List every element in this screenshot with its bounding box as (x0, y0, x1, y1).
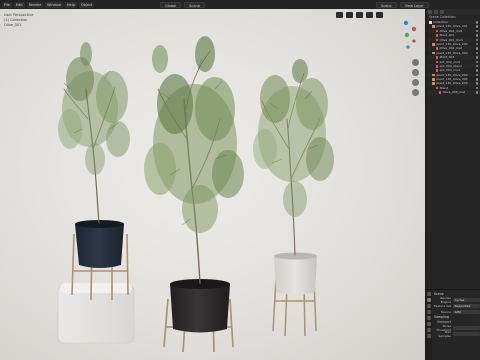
object-type-icon (435, 60, 439, 64)
xray-toggle-icon[interactable] (346, 12, 353, 18)
properties-tabs (426, 290, 432, 360)
object-type-icon (432, 73, 435, 77)
foliage-left (58, 42, 130, 175)
foliage-center (144, 36, 244, 233)
viewport-shading-toolbar (336, 12, 383, 18)
navigation-gizmo-icon[interactable] (400, 19, 420, 59)
object-tab-icon[interactable] (427, 328, 431, 332)
visibility-eye-icon[interactable] (475, 78, 478, 81)
scene-render (57, 36, 334, 353)
object-type-icon (435, 64, 439, 68)
object-type-icon (435, 86, 439, 90)
feature-set-label: Feature Set (433, 304, 451, 308)
material-shading-icon[interactable] (366, 12, 373, 18)
menu-file[interactable]: File (2, 1, 12, 8)
orientation-select[interactable]: Global (160, 1, 182, 8)
ortho-toggle-icon[interactable] (412, 89, 419, 96)
visibility-eye-icon[interactable] (475, 60, 478, 64)
outliner-row[interactable]: Olive_006_mat (426, 90, 480, 95)
zoom-icon[interactable] (412, 59, 419, 66)
visibility-eye-icon[interactable] (475, 29, 478, 33)
editor-type-icon[interactable] (428, 10, 432, 14)
feature-set-select[interactable]: Supported (453, 303, 480, 309)
properties-editor: Scene Render Engine Cycles Feature Set S… (426, 289, 480, 360)
pan-icon[interactable] (412, 69, 419, 76)
material-tab-icon[interactable] (427, 334, 431, 338)
object-type-icon (435, 69, 439, 72)
object-type-icon (432, 25, 435, 28)
tool-tab-icon[interactable] (427, 292, 431, 296)
viewport-info-overlay: User Perspective (1) Collection Olive_00… (4, 13, 33, 28)
visibility-eye-icon[interactable] (475, 21, 478, 24)
noise-threshold-field[interactable] (453, 325, 480, 331)
visibility-eye-icon[interactable] (475, 73, 478, 77)
device-select[interactable]: GPU (453, 309, 480, 315)
visibility-eye-icon[interactable] (475, 56, 478, 59)
object-type-icon (438, 91, 442, 94)
viewport-object-label: Olive_001 (4, 23, 22, 27)
visibility-eye-icon[interactable] (475, 47, 478, 50)
scene-select[interactable]: Scene (184, 1, 205, 8)
camera-view-icon[interactable] (412, 79, 419, 86)
scene-layer-controls: Scene View Layer (376, 1, 429, 8)
outliner-rows: Collection plant_130_Olive_001 Olive_001_m… (426, 20, 480, 95)
max-samples-label: Max Samples (438, 330, 451, 338)
solid-shading-icon[interactable] (356, 12, 363, 18)
visibility-eye-icon[interactable] (475, 91, 478, 94)
menu-edit[interactable]: Edit (13, 1, 25, 8)
object-type-icon (435, 34, 439, 37)
render-tab-icon[interactable] (427, 298, 431, 302)
visibility-eye-icon[interactable] (475, 69, 478, 72)
world-tab-icon[interactable] (427, 322, 431, 326)
visibility-eye-icon[interactable] (475, 34, 478, 37)
white-cube-pedestal (57, 283, 135, 344)
3d-viewport[interactable]: User Perspective (1) Collection Olive_00… (0, 9, 425, 360)
menu-window[interactable]: Window (45, 1, 63, 8)
mode-select[interactable]: Object (78, 1, 95, 8)
output-tab-icon[interactable] (427, 304, 431, 308)
object-type-icon (435, 47, 439, 50)
overlay-toggle-icon[interactable] (336, 12, 343, 18)
filter-icon[interactable] (440, 10, 444, 14)
view-layer-tab-icon[interactable] (427, 310, 431, 314)
visibility-eye-icon[interactable] (475, 42, 478, 46)
right-sidebar: Scene Collection Collection plant_130_Oli… (425, 9, 480, 360)
object-type-icon (435, 29, 439, 33)
object-type-icon (432, 82, 435, 86)
max-samples-field[interactable] (453, 331, 480, 337)
max-samples-row: Max Samples (433, 330, 480, 338)
render-engine-label: Render Engine (440, 296, 451, 304)
object-type-icon (432, 78, 435, 81)
object-type-icon (435, 38, 439, 42)
object-type-icon (435, 56, 439, 59)
scene-tab-icon[interactable] (427, 316, 431, 320)
menu-render[interactable]: Render (26, 1, 44, 8)
visibility-eye-icon[interactable] (475, 64, 478, 68)
pot-blue (75, 221, 124, 268)
properties-body: Scene Render Engine Cycles Feature Set S… (433, 292, 480, 338)
menu-help[interactable]: Help (64, 1, 77, 8)
visibility-eye-icon[interactable] (475, 86, 478, 90)
top-header-bar: File Edit Render Window Help Object Glob… (0, 0, 480, 9)
outliner: Scene Collection Collection plant_130_Oli… (426, 15, 480, 143)
scene-selector[interactable]: Scene (376, 1, 397, 8)
render-engine-select[interactable]: Cycles (453, 297, 480, 303)
view-layer-selector[interactable]: View Layer (399, 1, 429, 8)
object-type-icon (432, 51, 435, 55)
display-mode-icon[interactable] (434, 10, 438, 14)
visibility-eye-icon[interactable] (475, 51, 478, 55)
object-type-icon (429, 21, 432, 24)
object-type-icon (432, 42, 435, 46)
visibility-eye-icon[interactable] (475, 82, 478, 85)
outliner-row-label: Olive_006_mat (442, 90, 466, 95)
foliage-right (253, 59, 334, 217)
transform-controls: Global Scene (160, 1, 205, 8)
visibility-eye-icon[interactable] (475, 25, 478, 28)
device-label: Device (440, 310, 451, 314)
rendered-shading-icon[interactable] (376, 12, 383, 18)
visibility-eye-icon[interactable] (475, 38, 478, 42)
